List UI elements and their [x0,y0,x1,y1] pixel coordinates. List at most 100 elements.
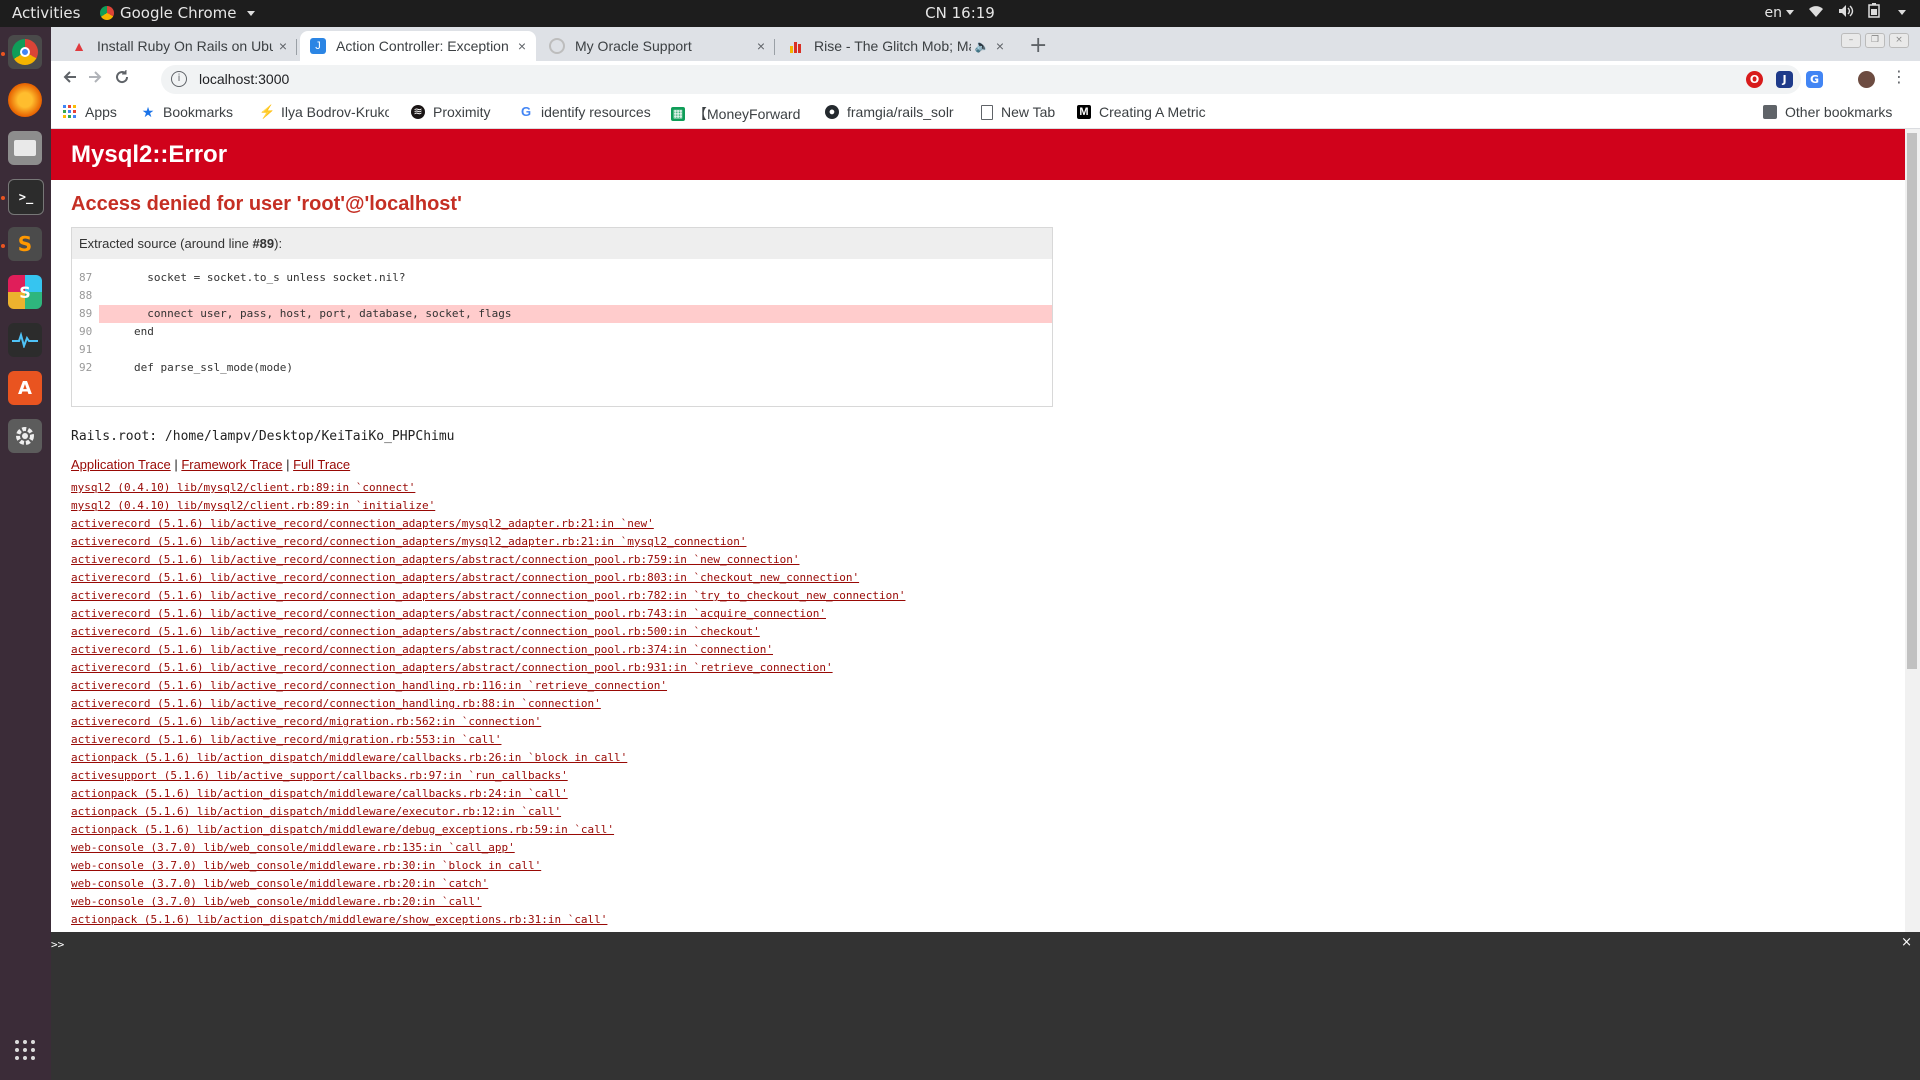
trace-line[interactable]: actionpack (5.1.6) lib/action_dispatch/m… [71,749,905,767]
console-prompt[interactable]: >> [51,938,64,951]
tab-install-ruby[interactable]: ▲ Install Ruby On Rails on Ubuntu × [61,31,297,61]
close-tab-icon[interactable]: × [757,38,765,54]
bookmark-creating-metric[interactable]: M Creating A Metric [1077,104,1206,120]
trace-line[interactable]: activerecord (5.1.6) lib/active_record/c… [71,605,905,623]
bookmark-label: Creating A Metric [1099,104,1206,120]
software-center-icon[interactable]: A [8,371,42,405]
info-icon[interactable]: i [171,71,187,87]
slack-icon[interactable]: S [8,275,42,309]
framework-trace-link[interactable]: Framework Trace [181,457,282,472]
trace-line[interactable]: web-console (3.7.0) lib/web_console/midd… [71,839,905,857]
trace-line[interactable]: actionpack (5.1.6) lib/action_dispatch/m… [71,803,905,821]
page-content: Mysql2::Error Access denied for user 'ro… [51,129,1905,932]
application-trace-link[interactable]: Application Trace [71,457,171,472]
bookmark-framgia[interactable]: ● framgia/rails_solr [825,104,954,120]
trace-line[interactable]: activerecord (5.1.6) lib/active_record/c… [71,677,905,695]
bookmark-proximity[interactable]: ≋ Proximity [411,104,491,120]
tab-rise-glitch-mob[interactable]: Rise - The Glitch Mob; Mako 🔈 × [778,31,1014,61]
tab-action-controller[interactable]: J Action Controller: Exception caught × [300,31,536,61]
sitepoint-icon: ⚡ [259,104,276,119]
close-tab-icon[interactable]: × [518,38,526,54]
speaker-icon[interactable]: 🔈 [975,39,990,53]
files-icon[interactable] [8,131,42,165]
clock[interactable]: CN 16:19 [0,4,1920,22]
close-tab-icon[interactable]: × [996,38,1004,54]
trace-line[interactable]: actionpack (5.1.6) lib/action_dispatch/m… [71,785,905,803]
trace-line[interactable]: activerecord (5.1.6) lib/active_record/c… [71,659,905,677]
show-applications-icon[interactable] [8,1033,42,1067]
battery-icon[interactable] [1868,3,1880,22]
trace-line[interactable]: web-console (3.7.0) lib/web_console/midd… [71,875,905,893]
full-trace-link[interactable]: Full Trace [293,457,350,472]
trace-line[interactable]: activerecord (5.1.6) lib/active_record/c… [71,515,905,533]
address-bar[interactable]: i localhost:3000 ★ [161,65,1801,94]
opera-extension-icon[interactable]: O [1746,71,1763,88]
trace-line[interactable]: activerecord (5.1.6) lib/active_record/c… [71,641,905,659]
close-window-button[interactable]: × [1889,33,1909,48]
chrome-menu-icon[interactable]: ⋮ [1891,67,1907,86]
source-line: 91 [79,343,93,356]
url-text[interactable]: localhost:3000 [199,71,289,87]
spotify-icon: ≋ [411,105,425,119]
volume-icon[interactable] [1838,4,1854,22]
minimize-window-button[interactable]: – [1841,33,1861,48]
chart-icon [788,38,804,54]
bookmark-label: Apps [85,104,117,120]
web-console[interactable]: >> × [51,932,1920,1080]
trace-line[interactable]: activerecord (5.1.6) lib/active_record/c… [71,551,905,569]
back-button[interactable] [62,69,78,90]
bookmark-label: Proximity [433,104,491,120]
tab-title: Install Ruby On Rails on Ubuntu [97,38,273,54]
system-monitor-icon[interactable] [8,323,42,357]
close-tab-icon[interactable]: × [279,38,287,54]
trace-line[interactable]: activerecord (5.1.6) lib/active_record/c… [71,695,905,713]
new-tab-button[interactable]: + [1029,33,1047,58]
tab-oracle-support[interactable]: My Oracle Support × [539,31,775,61]
trace-line[interactable]: web-console (3.7.0) lib/web_console/midd… [71,857,905,875]
trace-line[interactable]: web-console (3.7.0) lib/web_console/midd… [71,893,905,911]
bookmark-bookmarks[interactable]: ★ Bookmarks [141,104,233,120]
console-close-icon[interactable]: × [1901,935,1912,950]
settings-tools-icon[interactable] [8,419,42,453]
bookmark-apps[interactable]: Apps [63,104,117,120]
sublime-text-icon[interactable]: S [8,227,42,261]
chrome-dock-icon[interactable] [8,35,42,69]
system-menu-chevron-icon[interactable] [1898,10,1906,15]
bookmark-ilya[interactable]: ⚡ Ilya Bodrov-Krukowski [259,104,389,120]
restore-window-button[interactable]: ❐ [1865,33,1885,48]
translate-extension-icon[interactable]: G [1806,71,1823,88]
profile-avatar[interactable] [1858,71,1875,88]
bookmark-label: framgia/rails_solr [847,104,954,120]
trace-line[interactable]: actionpack (5.1.6) lib/action_dispatch/m… [71,911,905,929]
language-indicator[interactable]: en [1765,5,1794,21]
scrollbar-thumb[interactable] [1907,133,1917,669]
trace-line[interactable]: activerecord (5.1.6) lib/active_record/c… [71,587,905,605]
folder-icon [1763,105,1777,119]
system-tray[interactable]: en [1765,3,1906,22]
firefox-icon[interactable] [8,83,42,117]
system-top-bar: Activities Google Chrome CN 16:19 en [0,0,1920,27]
wifi-icon[interactable] [1808,4,1824,22]
forward-button[interactable] [87,69,103,90]
reload-button[interactable] [114,69,130,90]
extracted-source: Extracted source (around line #89): 87 s… [71,227,1053,407]
bookmark-identify-resources[interactable]: Gidentify resources [519,104,651,120]
trace-line[interactable]: activerecord (5.1.6) lib/active_record/c… [71,569,905,587]
trace-line[interactable]: activerecord (5.1.6) lib/active_record/c… [71,533,905,551]
trace-line[interactable]: activerecord (5.1.6) lib/active_record/m… [71,713,905,731]
page-scrollbar[interactable] [1905,129,1920,932]
terminal-icon[interactable]: >_ [8,179,44,215]
bookmark-moneyforward[interactable]: ▦ 【MoneyForward [671,104,800,124]
apps-grid-icon [63,105,77,119]
tab-separator [774,39,775,55]
trace-line[interactable]: activerecord (5.1.6) lib/active_record/c… [71,623,905,641]
bookmark-new-tab[interactable]: New Tab [981,104,1055,120]
bookmarks-bar: Apps ★ Bookmarks ⚡ Ilya Bodrov-Krukowski ≋… [51,98,1920,129]
trace-line[interactable]: activesupport (5.1.6) lib/active_support… [71,767,905,785]
other-bookmarks[interactable]: Other bookmarks [1763,104,1892,120]
trace-line[interactable]: mysql2 (0.4.10) lib/mysql2/client.rb:89:… [71,497,905,515]
trace-line[interactable]: actionpack (5.1.6) lib/action_dispatch/m… [71,821,905,839]
trace-line[interactable]: activerecord (5.1.6) lib/active_record/m… [71,731,905,749]
trace-line[interactable]: mysql2 (0.4.10) lib/mysql2/client.rb:89:… [71,479,905,497]
j-extension-icon[interactable]: J [1776,71,1793,88]
